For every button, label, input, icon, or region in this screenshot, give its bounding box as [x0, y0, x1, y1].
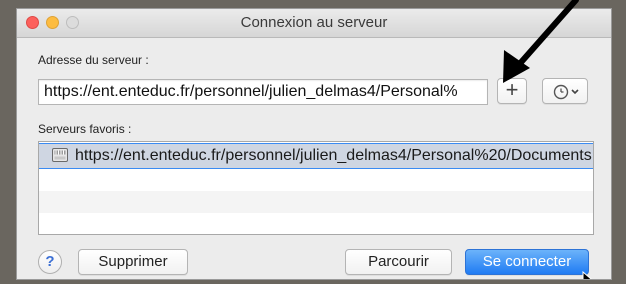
mouse-pointer-icon [582, 271, 592, 279]
add-favorite-button[interactable]: + [497, 78, 527, 104]
server-address-input[interactable]: https://ent.enteduc.fr/personnel/julien_… [38, 79, 488, 105]
recent-servers-button[interactable] [542, 78, 588, 104]
favorite-servers-list[interactable]: https://ent.enteduc.fr/personnel/julien_… [38, 141, 594, 235]
help-button[interactable]: ? [38, 250, 62, 274]
empty-list-row [39, 169, 593, 191]
favorite-server-row[interactable]: https://ent.enteduc.fr/personnel/julien_… [39, 143, 593, 169]
empty-list-row [39, 191, 593, 213]
browse-button[interactable]: Parcourir [345, 249, 452, 275]
clock-icon [553, 84, 569, 100]
favorite-servers-label: Serveurs favoris : [38, 122, 132, 136]
server-address-label: Adresse du serveur : [38, 53, 149, 67]
favorite-server-url: https://ent.enteduc.fr/personnel/julien_… [75, 147, 592, 164]
empty-list-row [39, 213, 593, 234]
remove-button[interactable]: Supprimer [78, 249, 188, 275]
server-icon [52, 148, 68, 162]
connect-to-server-window: Connexion au serveur Adresse du serveur … [16, 8, 612, 280]
plus-icon: + [505, 77, 519, 102]
title-bar[interactable]: Connexion au serveur [17, 9, 611, 38]
window-title: Connexion au serveur [240, 14, 388, 31]
connect-button[interactable]: Se connecter [465, 249, 589, 275]
chevron-down-icon [571, 89, 579, 95]
